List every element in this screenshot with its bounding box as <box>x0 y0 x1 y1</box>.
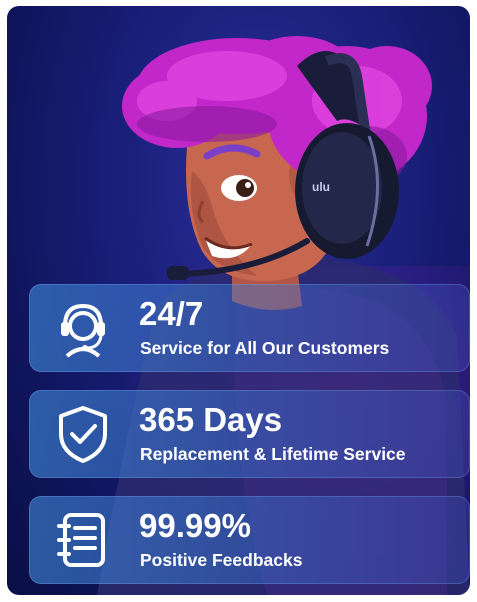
feature-warranty: 365 Days Replacement & Lifetime Service <box>29 390 470 478</box>
feature-headline: 99.99% <box>139 507 251 544</box>
shield-check-icon <box>59 406 107 463</box>
feature-caption: Replacement & Lifetime Service <box>140 444 406 464</box>
promo-card: ulu 24/7 Service for All Our Customers 3… <box>7 6 470 595</box>
feature-support: 24/7 Service for All Our Customers <box>29 284 470 372</box>
notebook-list-icon <box>57 513 105 567</box>
feature-caption: Service for All Our Customers <box>140 338 390 358</box>
feature-headline: 365 Days <box>139 401 283 438</box>
headset-logo: ulu <box>312 180 330 194</box>
headset-agent-icon <box>61 303 105 358</box>
feature-caption: Positive Feedbacks <box>140 550 303 570</box>
feature-headline: 24/7 <box>139 295 204 332</box>
feature-feedback: 99.99% Positive Feedbacks <box>29 496 470 584</box>
